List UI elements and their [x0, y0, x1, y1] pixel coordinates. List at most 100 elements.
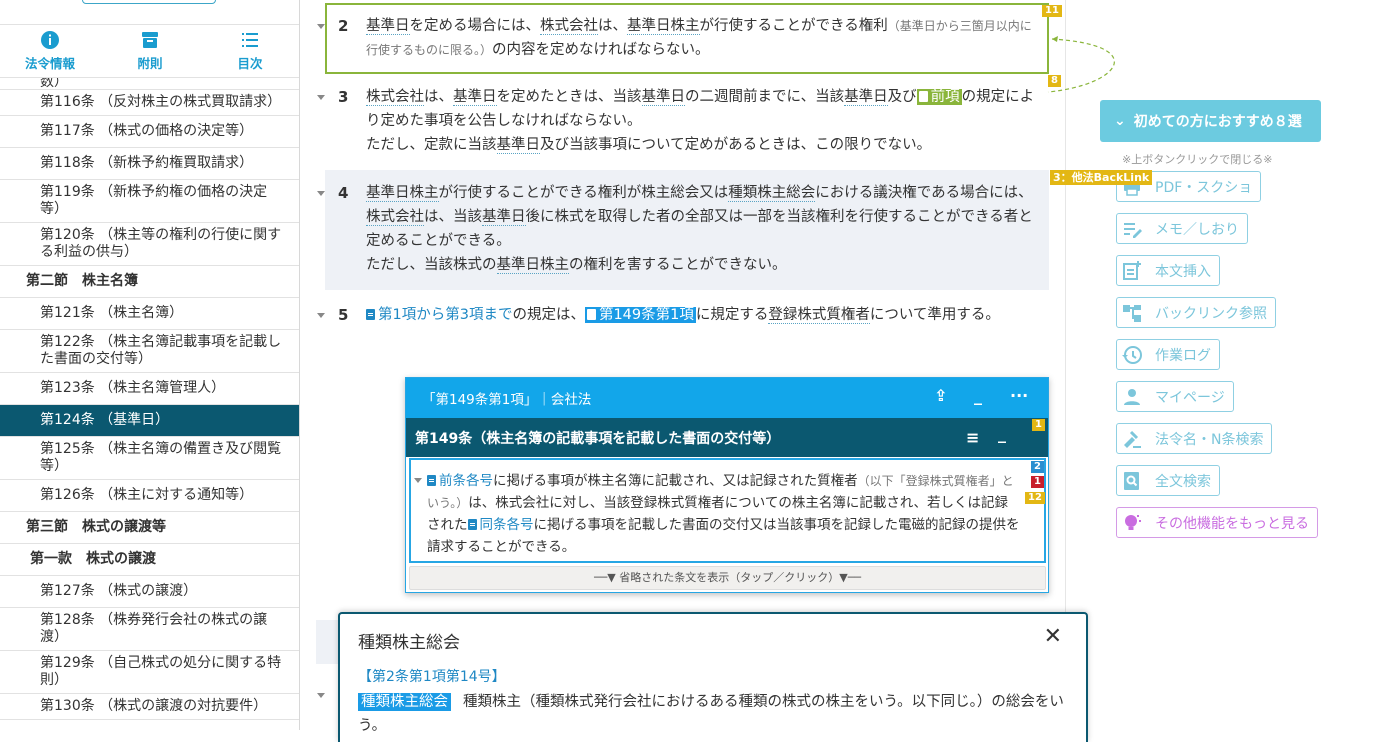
text: は、当該	[424, 209, 482, 225]
tool-label: バックリンク参照	[1155, 305, 1267, 322]
backlink-icon	[1123, 304, 1141, 322]
toc-item-129[interactable]: 第129条 （自己株式の処分に関する特則）	[0, 651, 299, 694]
link-text: 前条各号	[439, 473, 493, 489]
text: 及び当該事項について定めがあるときは、この限りでない。	[540, 137, 932, 153]
defined-term[interactable]: 株式会社	[366, 209, 424, 226]
toc-list: 数） 第116条 （反対株主の株式買取請求） 第117条 （株式の価格の決定等）…	[0, 77, 299, 720]
insert-text-button[interactable]: 本文挿入	[1116, 255, 1220, 286]
cross-reference-link-active[interactable]: 第149条第1項	[584, 307, 696, 323]
count-badge[interactable]: 1	[1031, 476, 1044, 488]
upload-icon[interactable]: ⇪	[934, 386, 947, 405]
sidebar-top-button[interactable]	[82, 0, 216, 4]
defined-term[interactable]: 基準日	[482, 209, 526, 226]
close-icon[interactable]: ✕	[1044, 624, 1062, 649]
text: は、	[424, 89, 453, 105]
paragraph-number: 2	[338, 17, 349, 35]
tool-label: その他機能をもっと見る	[1155, 515, 1309, 532]
collapse-caret-icon[interactable]	[317, 191, 325, 196]
tab-toc[interactable]: 目次	[200, 30, 299, 76]
defined-term[interactable]: 株式会社	[540, 18, 598, 35]
tool-label: 全文検索	[1155, 473, 1211, 490]
toc-section-3[interactable]: 第三節 株式の譲渡等	[0, 512, 299, 544]
collapse-caret-icon[interactable]	[317, 24, 325, 29]
text: に規定する	[695, 307, 769, 323]
count-badge[interactable]: 12	[1025, 492, 1045, 504]
minimize-icon[interactable]: _	[998, 424, 1006, 443]
paragraph-number: 5	[338, 306, 349, 324]
recommend-toggle-button[interactable]: ⌄ 初めての方におすすめ８選	[1100, 100, 1321, 142]
law-name-search-button[interactable]: 法令名・N条検索	[1116, 423, 1273, 454]
cross-reference-link[interactable]: 前項	[916, 89, 962, 105]
toc-item-118[interactable]: 第118条 （新株予約権買取請求）	[0, 148, 299, 180]
definition-source-link[interactable]: 【第2条第1項第14号】	[358, 666, 506, 686]
insert-icon	[1123, 260, 1141, 280]
link-text: 同条各号	[479, 517, 534, 533]
toc-item-123[interactable]: 第123条 （株主名簿管理人）	[0, 373, 299, 405]
defined-term[interactable]: 基準日	[453, 89, 497, 106]
defined-term[interactable]: 株式会社	[366, 89, 424, 106]
backlink-count-badge[interactable]: 11	[1042, 5, 1062, 17]
gavel-icon	[1124, 430, 1141, 448]
toc-item-127[interactable]: 第127条 （株式の譲渡）	[0, 576, 299, 608]
document-icon	[918, 91, 928, 102]
tool-label: 法令名・N条検索	[1155, 431, 1264, 448]
defined-term[interactable]: 基準日	[844, 89, 888, 106]
collapse-caret-icon[interactable]	[414, 478, 422, 483]
article-heading: 第149条（株主名簿の記載事項を記載した書面の交付等）	[415, 430, 781, 447]
toc-item-119[interactable]: 第119条 （新株予約権の価格の決定等）	[0, 180, 299, 223]
list-icon[interactable]: ≡	[966, 428, 979, 447]
popup-article-text: 2 1 12 前条各号に掲げる事項が株主名簿に記載され、又は記録された質権者（以…	[409, 458, 1046, 563]
toc-item-116[interactable]: 第116条 （反対株主の株式買取請求）	[0, 90, 299, 116]
full-text-search-button[interactable]: 全文検索	[1116, 465, 1220, 496]
toc-item-125[interactable]: 第125条 （株主名簿の備置き及び閲覧等）	[0, 437, 299, 480]
link-text: 前項	[930, 89, 960, 105]
memo-bookmark-button[interactable]: メモ／しおり	[1116, 213, 1248, 244]
link-text: 第1項から第3項まで	[378, 307, 513, 323]
my-page-button[interactable]: マイページ	[1116, 381, 1234, 412]
document-icon	[427, 475, 436, 486]
collapse-caret-icon[interactable]	[317, 95, 325, 100]
toc-item-128[interactable]: 第128条 （株券発行会社の株式の譲渡）	[0, 608, 299, 651]
backlink-count-badge[interactable]: 1	[1032, 419, 1045, 431]
backlink-reference-button[interactable]: バックリンク参照	[1116, 297, 1276, 328]
cross-reference-link[interactable]: 前条各号	[427, 473, 493, 489]
toc-section-2[interactable]: 第二節 株主名簿	[0, 266, 299, 298]
toc-subsection-1[interactable]: 第一款 株式の譲渡	[0, 544, 299, 576]
defined-term[interactable]: 基準日株主	[627, 18, 700, 35]
more-features-button[interactable]: その他機能をもっと見る	[1116, 507, 1318, 538]
toc-item-130[interactable]: 第130条 （株式の譲渡の対抗要件）	[0, 694, 299, 720]
work-log-button[interactable]: 作業ログ	[1116, 339, 1220, 370]
toc-item-121[interactable]: 第121条 （株主名簿）	[0, 298, 299, 330]
toc-item-126[interactable]: 第126条 （株主に対する通知等）	[0, 480, 299, 512]
defined-term[interactable]: 種類株主総会	[728, 185, 816, 202]
cross-reference-link[interactable]: 同条各号	[467, 517, 534, 533]
show-omitted-text-button[interactable]: ──▼ 省略された条文を表示（タップ／クリック）▼──	[409, 566, 1046, 590]
toc-item-120[interactable]: 第120条 （株主等の権利の行使に関する利益の供与）	[0, 223, 299, 266]
minimize-icon[interactable]: _	[974, 386, 982, 405]
toc-item-122[interactable]: 第122条 （株主名簿記載事項を記載した書面の交付等）	[0, 330, 299, 373]
text: は、	[598, 18, 627, 34]
toc-item-124-active[interactable]: 第124条 （基準日）	[0, 405, 299, 437]
count-badge[interactable]: 2	[1031, 461, 1044, 473]
toc-item[interactable]: 数）	[0, 78, 299, 90]
backlink-tag[interactable]: 3：他法BackLink	[1050, 170, 1153, 185]
collapse-caret-icon[interactable]	[317, 693, 325, 698]
defined-term[interactable]: 基準日株主	[496, 257, 569, 274]
tab-supplementary[interactable]: 附則	[100, 30, 200, 76]
defined-term[interactable]: 基準日	[366, 18, 410, 35]
text: に掲げる事項が株主名簿に記載され、又は記録された質権者	[493, 473, 858, 489]
paragraph-number: 4	[338, 184, 349, 202]
more-icon[interactable]: ···	[1010, 386, 1028, 405]
definition-popup: 種類株主総会 ✕ 【第2条第1項第14号】 種類株主総会 種類株主（種類株式発行会…	[338, 612, 1088, 742]
text: が行使することができる権利が株主総会又は	[438, 185, 729, 201]
defined-term[interactable]: 基準日	[496, 137, 540, 154]
toc-item-117[interactable]: 第117条 （株式の価格の決定等）	[0, 116, 299, 148]
defined-term[interactable]: 登録株式質権者	[768, 307, 870, 324]
cross-reference-link[interactable]: 第1項から第3項まで	[366, 307, 512, 323]
tool-label: 本文挿入	[1155, 263, 1211, 280]
text: について準用する。	[869, 307, 1000, 323]
defined-term[interactable]: 基準日株主	[366, 185, 439, 202]
defined-term[interactable]: 基準日	[641, 89, 685, 106]
tab-law-info[interactable]: 法令情報	[0, 30, 100, 76]
collapse-caret-icon[interactable]	[317, 313, 325, 318]
